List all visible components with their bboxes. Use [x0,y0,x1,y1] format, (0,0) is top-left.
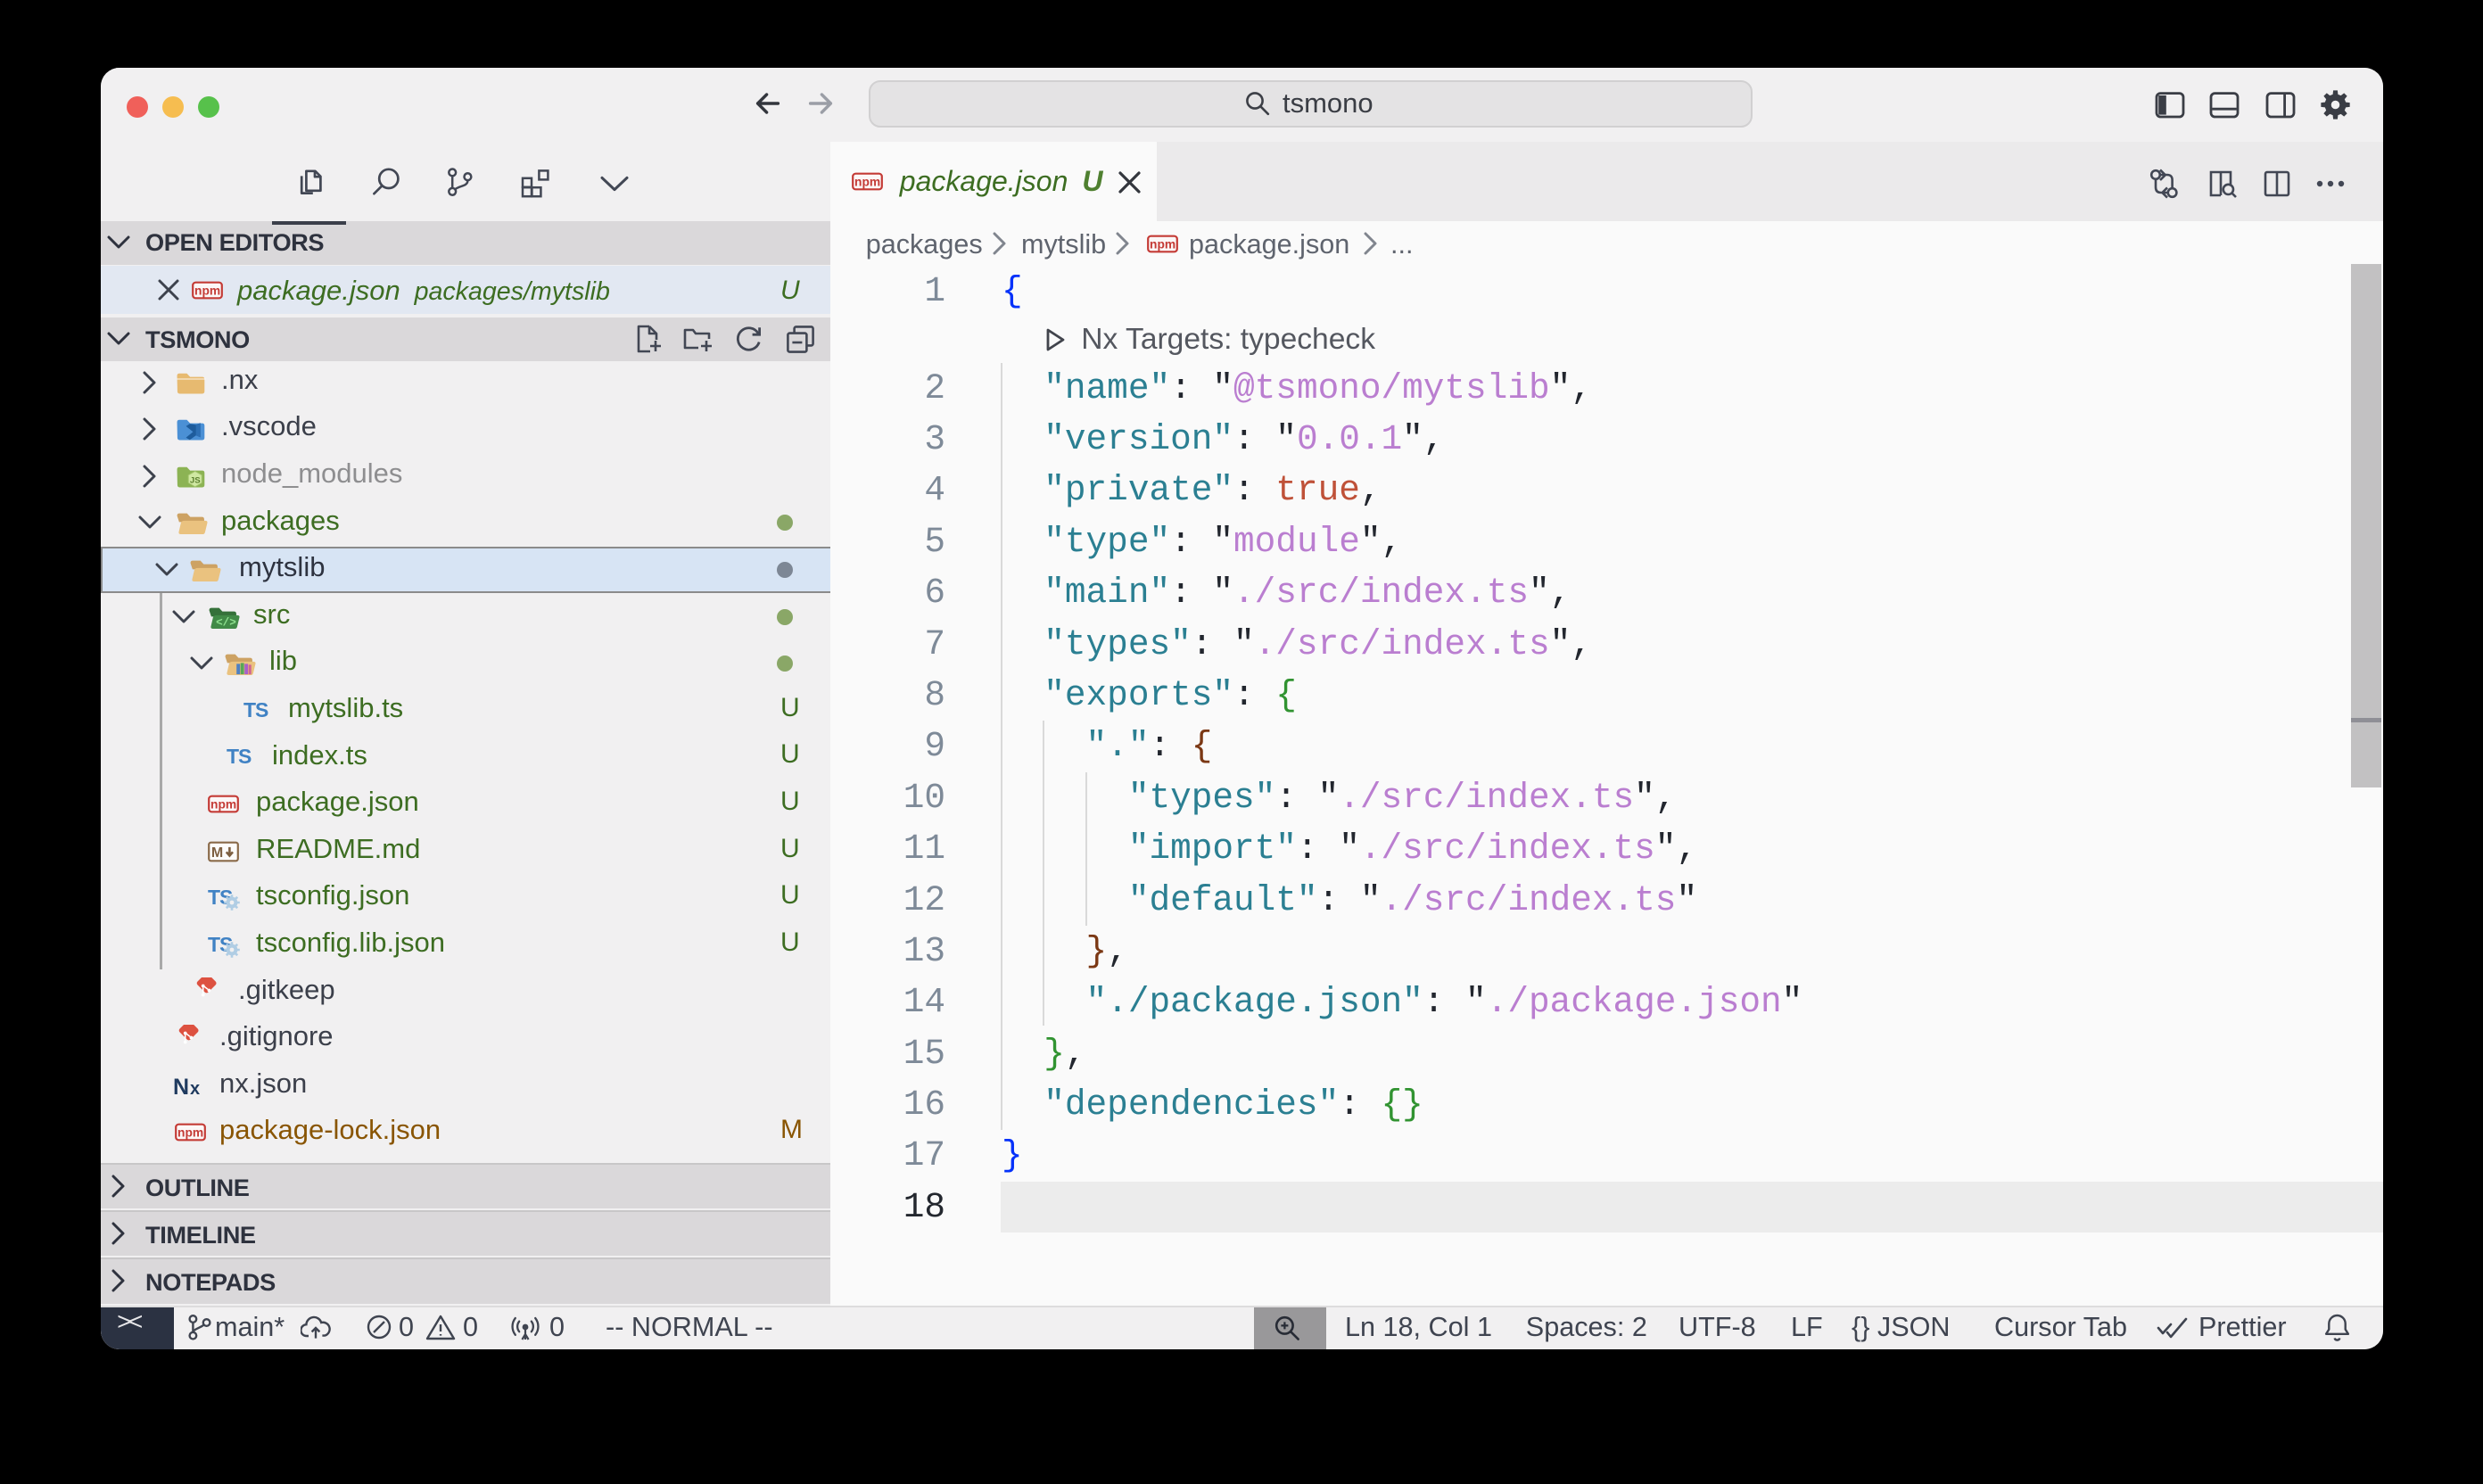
svg-text:TS: TS [227,745,252,768]
svg-text:TS: TS [243,698,268,721]
svg-text:JS: JS [190,475,201,485]
svg-text:npm: npm [194,284,220,297]
svg-text:x: x [190,1079,200,1099]
svg-text:npm: npm [177,1125,203,1139]
svg-text:N: N [173,1075,188,1099]
svg-text:npm: npm [210,797,236,811]
svg-text:</>: </> [216,615,236,629]
svg-text:npm: npm [854,176,880,189]
svg-text:npm: npm [1150,237,1176,251]
svg-text:M: M [211,845,223,861]
